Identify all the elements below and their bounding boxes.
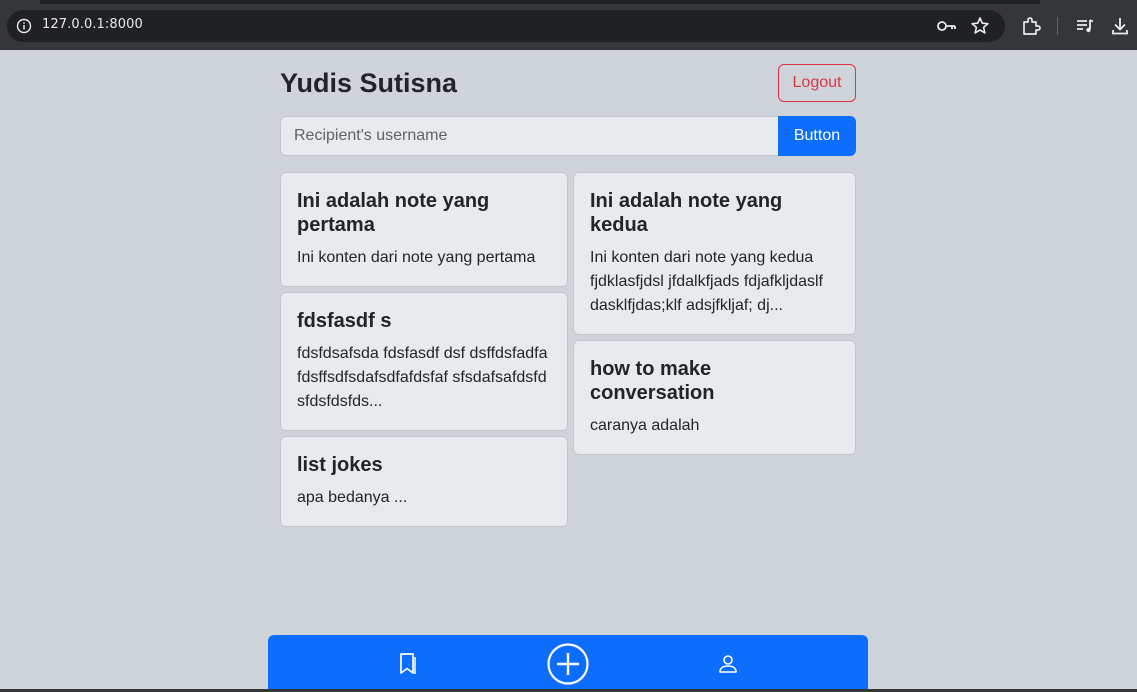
browser-toolbar: 127.0.0.1:8000 — [0, 0, 1137, 50]
note-card[interactable]: how to make conversation caranya adalah — [573, 340, 856, 455]
note-content: apa bedanya ... — [297, 489, 408, 506]
plus-circle-icon — [547, 642, 589, 685]
tab-edge — [1040, 0, 1137, 4]
note-content: Ini konten dari note yang kedua fjdklasf… — [590, 249, 823, 314]
site-info-icon[interactable] — [16, 18, 32, 34]
bottom-navigation — [268, 635, 868, 692]
note-title: fdsfasdf s — [297, 310, 392, 332]
address-bar[interactable]: 127.0.0.1:8000 — [7, 10, 1005, 42]
notes-column-right: Ini adalah note yang kedua Ini konten da… — [573, 172, 856, 527]
media-control-icon[interactable] — [1073, 14, 1097, 38]
note-content: fdsfdsafsda fdsfasdf dsf dsffdsfadfafdsf… — [297, 345, 548, 410]
note-title: how to make conversation — [590, 358, 715, 404]
search-submit-button[interactable]: Button — [778, 116, 856, 156]
toolbar-divider — [1057, 17, 1058, 35]
note-card[interactable]: Ini adalah note yang pertama Ini konten … — [280, 172, 568, 287]
download-icon[interactable] — [1108, 14, 1132, 38]
tab-strip — [0, 0, 1137, 4]
nav-profile[interactable] — [708, 635, 748, 692]
url-text[interactable]: 127.0.0.1:8000 — [42, 17, 143, 32]
note-card[interactable]: Ini adalah note yang kedua Ini konten da… — [573, 172, 856, 335]
password-key-icon[interactable] — [936, 16, 958, 36]
note-title: Ini adalah note yang kedua — [590, 190, 783, 236]
page-title: Yudis Sutisna — [280, 68, 458, 98]
note-title: list jokes — [297, 454, 383, 476]
logout-button[interactable]: Logout — [778, 64, 856, 102]
nav-bookmarks[interactable] — [388, 635, 428, 692]
note-content: caranya adalah — [590, 417, 700, 434]
bookmark-icon — [400, 652, 416, 674]
person-icon — [719, 654, 737, 673]
bookmark-star-icon[interactable] — [969, 15, 991, 37]
recipient-username-input[interactable] — [280, 116, 778, 156]
note-card[interactable]: fdsfasdf s fdsfdsafsda fdsfasdf dsf dsff… — [280, 292, 568, 431]
nav-add-note[interactable] — [546, 635, 590, 692]
tab-edge — [0, 0, 40, 4]
note-content: Ini konten dari note yang pertama — [297, 249, 536, 266]
notes-grid: Ini adalah note yang pertama Ini konten … — [280, 172, 856, 527]
note-card[interactable]: list jokes apa bedanya ... — [280, 436, 568, 527]
note-title: Ini adalah note yang pertama — [297, 190, 490, 236]
recipient-search-group: Button — [280, 116, 856, 156]
extensions-icon[interactable] — [1019, 14, 1043, 38]
notes-column-left: Ini adalah note yang pertama Ini konten … — [280, 172, 568, 527]
